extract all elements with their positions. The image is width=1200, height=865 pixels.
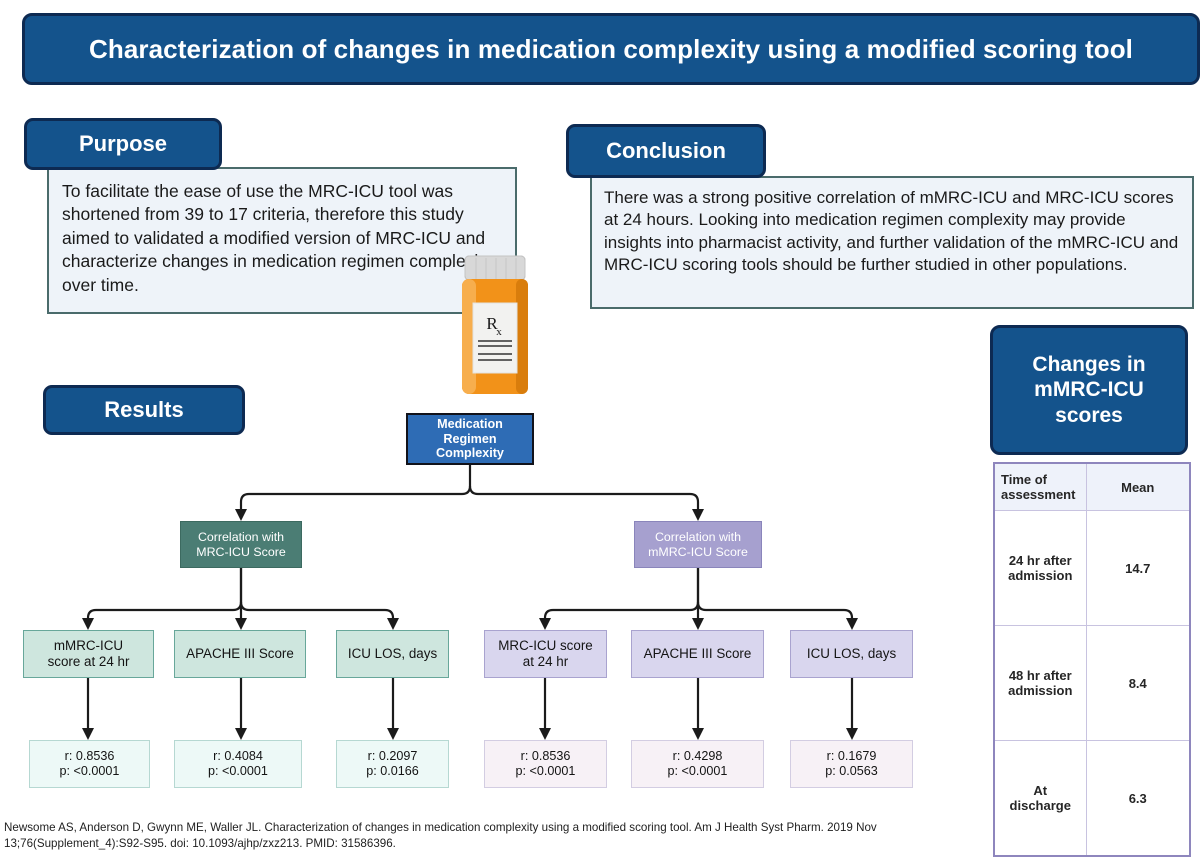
flow-leaf-mmrc-3-line1: ICU LOS, days [806, 646, 897, 662]
flow-leaf-mmrc-1-line1: MRC-ICU score [498, 638, 593, 654]
flow-result-mrc-3: r: 0.2097 p: 0.0166 [336, 740, 449, 788]
flow-result-mmrc-3-p: p: 0.0563 [825, 764, 878, 778]
flow-result-mrc-1-p: p: <0.0001 [59, 764, 120, 778]
flow-node-correlation-mmrc-line1: Correlation with [654, 530, 742, 545]
table-cell-mean-2: 6.3 [1085, 740, 1191, 857]
table-cell-time-0-line1: 24 hr after [1008, 553, 1072, 568]
flow-node-correlation-mmrc-line2: mMRC-ICU Score [648, 544, 748, 559]
changes-badge-line2: mMRC-ICU [1034, 378, 1144, 402]
table-header-row: Time of assessment Mean [993, 462, 1191, 511]
conclusion-badge-label: Conclusion [606, 138, 726, 163]
flow-result-mrc-3-p: p: 0.0166 [366, 764, 419, 778]
flow-result-mmrc-3: r: 0.1679 p: 0.0563 [790, 740, 913, 788]
flow-node-root-line3: Complexity [436, 446, 504, 461]
table-cell-time-1-line2: admission [1008, 683, 1073, 698]
flow-leaf-mrc-3-line1: ICU LOS, days [347, 646, 438, 662]
flow-node-correlation-mrc-line1: Correlation with [197, 530, 285, 545]
flow-result-mmrc-2-r: r: 0.4298 [672, 749, 723, 764]
results-badge: Results [43, 385, 245, 435]
table-header-time-line1: Time of [1001, 472, 1047, 487]
changes-badge-line3: scores [1055, 403, 1123, 427]
flow-node-root-line1: Medication [437, 417, 503, 432]
flow-leaf-mrc-2-line1: APACHE III Score [186, 646, 294, 662]
purpose-badge: Purpose [24, 118, 222, 170]
changes-in-mmrc-icu-scores-badge: Changes in mMRC-ICU scores [990, 325, 1188, 455]
rx-pill-bottle-icon: R x [462, 255, 528, 394]
table-cell-time-1: 48 hr after admission [993, 625, 1087, 741]
flow-node-correlation-mrc-icu[interactable]: Correlation with MRC-ICU Score [180, 521, 302, 568]
table-cell-time-2-line2: discharge [1009, 798, 1071, 813]
poster-title-banner: Characterization of changes in medicatio… [22, 13, 1200, 85]
flow-result-mrc-2: r: 0.4084 p: <0.0001 [174, 740, 302, 788]
flow-leaf-mmrc-1[interactable]: MRC-ICU score at 24 hr [484, 630, 607, 678]
results-flowchart: Medication Regimen Complexity Correlatio… [0, 380, 980, 810]
flow-result-mrc-2-p: p: <0.0001 [208, 764, 268, 778]
table-row: At discharge 6.3 [993, 740, 1191, 857]
citation-text: Newsome AS, Anderson D, Gwynn ME, Waller… [4, 821, 877, 850]
table-cell-time-2: At discharge [993, 740, 1087, 857]
purpose-badge-label: Purpose [78, 131, 168, 156]
flow-leaf-mrc-2[interactable]: APACHE III Score [174, 630, 306, 678]
flow-leaf-mrc-1[interactable]: mMRC-ICU score at 24 hr [23, 630, 154, 678]
table-row: 48 hr after admission 8.4 [993, 625, 1191, 741]
flow-result-mmrc-1-r: r: 0.8536 [520, 749, 571, 764]
flow-leaf-mrc-1-line1: mMRC-ICU [53, 638, 124, 654]
flow-result-mmrc-2: r: 0.4298 p: <0.0001 [631, 740, 764, 788]
flow-leaf-mrc-1-line2: score at 24 hr [47, 654, 130, 669]
flow-leaf-mmrc-2-line1: APACHE III Score [643, 646, 752, 662]
purpose-panel: To facilitate the ease of use the MRC-IC… [47, 167, 517, 314]
changes-badge-line1: Changes in [1032, 353, 1146, 377]
svg-text:x: x [496, 326, 502, 338]
conclusion-badge: Conclusion [566, 124, 766, 178]
table-header-mean: Mean [1085, 462, 1191, 511]
flow-node-root-line2: Regimen [443, 431, 497, 446]
table-cell-time-1-line1: 48 hr after [1008, 668, 1072, 683]
flow-result-mrc-2-r: r: 0.4084 [213, 749, 263, 764]
flow-leaf-mrc-3[interactable]: ICU LOS, days [336, 630, 449, 678]
conclusion-panel: There was a strong positive correlation … [590, 176, 1194, 309]
flow-result-mmrc-1-p: p: <0.0001 [515, 764, 576, 778]
table-cell-mean-0: 14.7 [1085, 510, 1191, 626]
flow-node-correlation-mmrc-icu[interactable]: Correlation with mMRC-ICU Score [634, 521, 762, 568]
flow-leaf-mmrc-1-line2: at 24 hr [522, 654, 569, 669]
results-badge-label: Results [104, 397, 184, 422]
flow-result-mrc-1-r: r: 0.8536 [64, 749, 115, 764]
purpose-body-text: To facilitate the ease of use the MRC-IC… [62, 181, 492, 295]
conclusion-body-text: There was a strong positive correlation … [604, 188, 1179, 274]
flow-result-mmrc-2-p: p: <0.0001 [667, 764, 728, 778]
table-cell-time-0-line2: admission [1008, 568, 1073, 583]
table-header-time-of-assessment: Time of assessment [993, 462, 1087, 511]
flow-result-mmrc-3-r: r: 0.1679 [826, 749, 877, 764]
table-cell-mean-1: 8.4 [1085, 625, 1191, 741]
table-cell-time-2-line1: At [1033, 783, 1048, 798]
flow-leaf-mmrc-3[interactable]: ICU LOS, days [790, 630, 913, 678]
flow-node-root[interactable]: Medication Regimen Complexity [406, 413, 534, 465]
table-header-time-line2: assessment [1001, 487, 1076, 502]
table-row: 24 hr after admission 14.7 [993, 510, 1191, 626]
flow-result-mrc-3-r: r: 0.2097 [367, 749, 418, 764]
flow-node-correlation-mrc-line2: MRC-ICU Score [196, 544, 286, 559]
flow-result-mmrc-1: r: 0.8536 p: <0.0001 [484, 740, 607, 788]
flow-leaf-mmrc-2[interactable]: APACHE III Score [631, 630, 764, 678]
changes-in-mmrc-icu-scores-table: Time of assessment Mean 24 hr after admi… [993, 462, 1191, 857]
flow-result-mrc-1: r: 0.8536 p: <0.0001 [29, 740, 150, 788]
page-title: Characterization of changes in medicatio… [88, 33, 1134, 64]
table-cell-time-0: 24 hr after admission [993, 510, 1087, 626]
